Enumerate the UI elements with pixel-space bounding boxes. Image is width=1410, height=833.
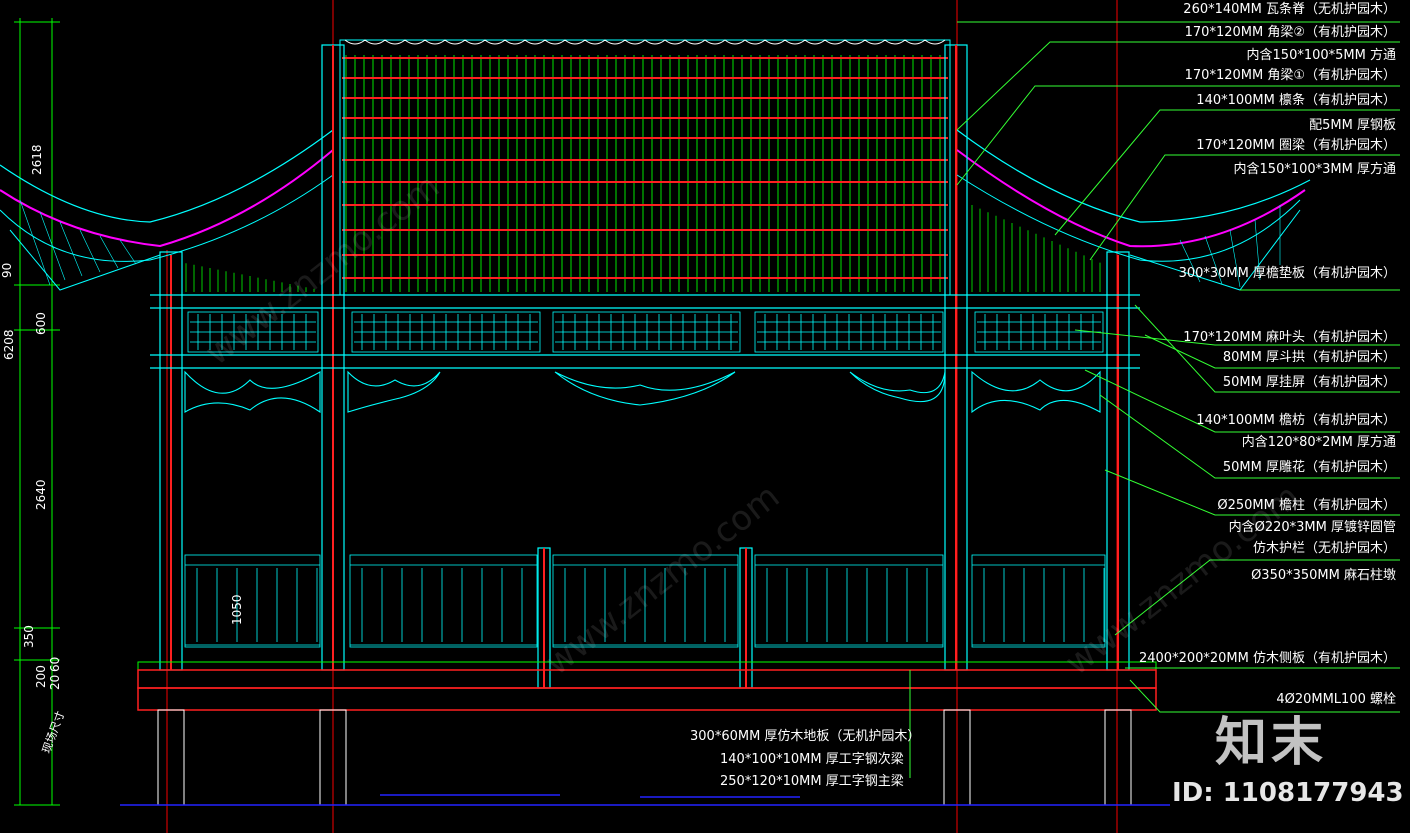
annotation-label: 300*30MM 厚檐垫板（有机护园木） [1178,266,1396,281]
watermark-logo: 知末 [1215,713,1328,773]
annotation-label: 170*120MM 角梁①（有机护园木） [1184,68,1396,83]
roof-rafters [345,55,941,292]
main-beam-annotation: 250*120*10MM 厚工字钢主梁 [720,774,904,789]
annotation-label: 内含150*100*5MM 方通 [1246,48,1396,63]
ridge-tiles [344,39,946,45]
dim-6208: 6208 [2,329,16,360]
annotation-label: 2400*200*20MM 仿木侧板（有机护园木） [1138,651,1396,666]
dim-200: 200 [34,665,48,688]
ground-line [120,794,1170,806]
dim-20: 20 [48,674,62,690]
dim-90: 90 [0,262,14,278]
floor-structure [137,661,1157,711]
dim-2640: 2640 [34,479,48,510]
roof-left-rafters [19,199,137,286]
annotation-label: 140*100MM 檩条（有机护园木） [1196,93,1396,108]
annotation-label: 内含120*80*2MM 厚方通 [1241,435,1396,450]
floor-annotation: 300*60MM 厚仿木地板（无机护园木） [690,729,921,744]
annotation-label: 260*140MM 瓦条脊（无机护园木） [1183,2,1396,17]
dim-350: 350 [22,625,36,648]
dim-2618: 2618 [30,144,44,175]
secondary-beam-annotation: 140*100*10MM 厚工字钢次梁 [720,752,904,767]
annotation-label: 内含150*100*3MM 厚方通 [1233,162,1396,177]
dim-1050: 1050 [230,594,244,625]
roof-purlins [342,57,948,279]
guide-lines [166,0,1118,833]
pile-foundations [157,709,1132,806]
annotation-label: 80MM 厚斗拱（有机护园木） [1222,350,1396,365]
annotation-label: 170*120MM 角梁②（有机护园木） [1184,25,1396,40]
annotation-label: 配5MM 厚钢板 [1309,118,1396,133]
annotation-label: 50MM 厚雕花（有机护园木） [1222,460,1396,475]
annotation-label: 140*100MM 檐枋（有机护园木） [1196,413,1396,428]
lattice-screen [187,311,1104,353]
annotation-label: Ø350*350MM 麻石柱墩 [1251,568,1396,583]
dim-600: 600 [34,312,48,335]
dim-60: 60 [48,656,62,672]
annotation-label: 仿木护栏（无机护园木） [1252,541,1396,556]
annotation-label: 50MM 厚挂屏（有机护园木） [1222,375,1396,390]
watermark-id: ID: 1108177943 [1172,778,1404,808]
annotation-label: 170*120MM 麻叶头（有机护园木） [1183,330,1396,345]
annotation-label: 170*120MM 圈梁（有机护园木） [1196,138,1396,153]
